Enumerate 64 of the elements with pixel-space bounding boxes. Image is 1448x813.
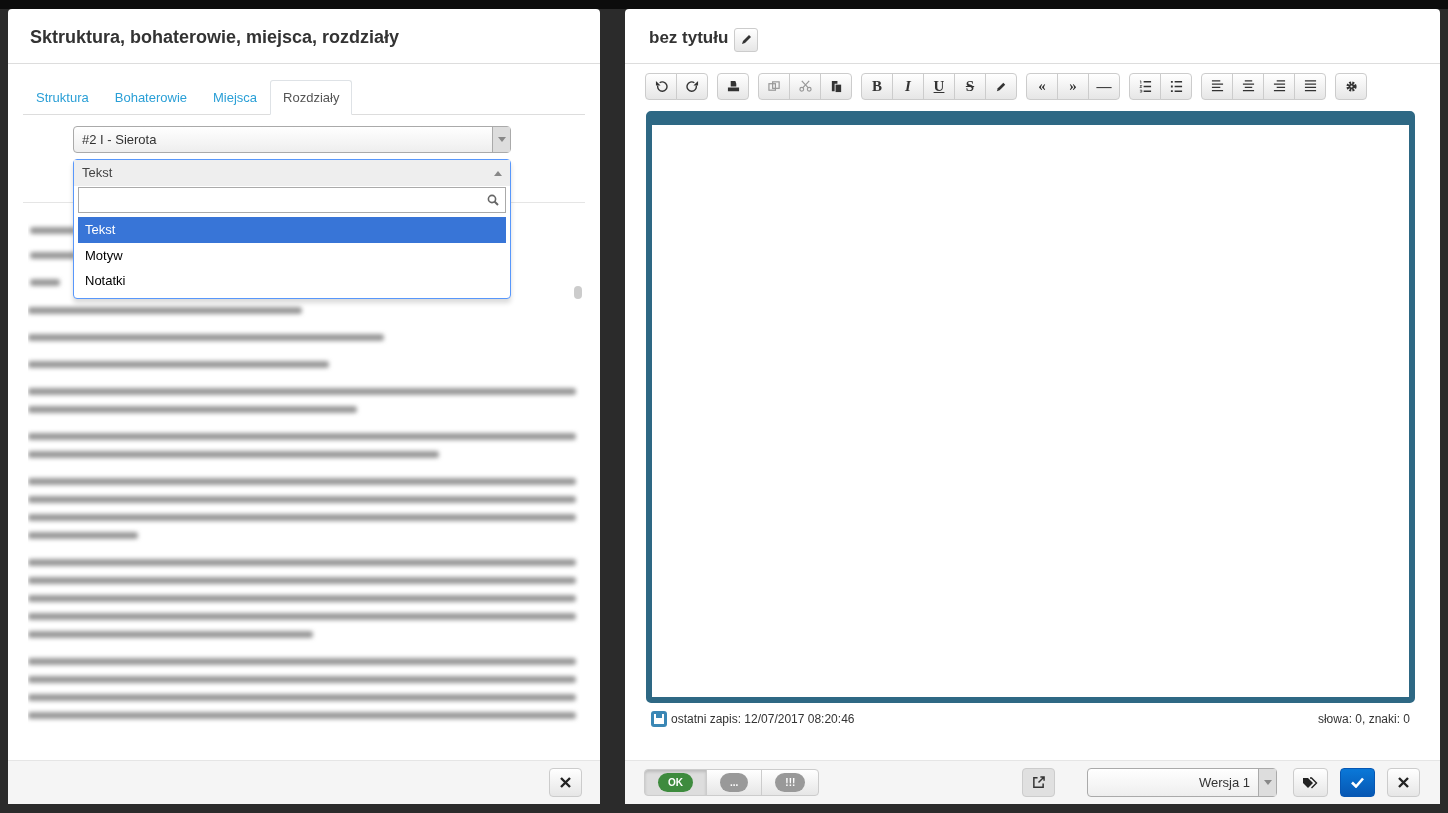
align-left-icon xyxy=(1210,79,1224,93)
numbered-list-icon xyxy=(1138,79,1152,93)
toolbar-button[interactable]: S xyxy=(954,72,986,100)
toolbar-button[interactable] xyxy=(1129,72,1161,100)
floppy-disk-icon xyxy=(651,710,667,727)
text-editor[interactable] xyxy=(646,110,1415,703)
toolbar-button[interactable]: B xyxy=(861,72,893,100)
align-center-icon xyxy=(1241,79,1255,93)
dropdown-option[interactable]: Motyw xyxy=(78,242,506,269)
align-right-icon xyxy=(1272,79,1286,93)
tags-icon xyxy=(1303,776,1318,789)
toolbar-button[interactable] xyxy=(1160,72,1192,100)
toolbar-button[interactable]: » xyxy=(1057,72,1089,100)
toolbar-button[interactable] xyxy=(985,72,1017,100)
confirm-button[interactable] xyxy=(1340,768,1375,797)
dropdown-option[interactable]: Notatki xyxy=(78,268,506,294)
toolbar-button[interactable] xyxy=(1201,72,1233,100)
document-title: bez tytułu xyxy=(649,28,729,47)
search-icon xyxy=(487,194,499,207)
toolbar-button[interactable] xyxy=(1335,72,1367,100)
toolbar-button[interactable]: — xyxy=(1088,72,1120,100)
last-saved-text: ostatni zapis: 12/07/2017 08:20:46 xyxy=(671,710,855,728)
toolbar-button[interactable] xyxy=(820,72,852,100)
close-icon xyxy=(560,777,571,788)
type-select-dropdown[interactable]: Tekst Tekst Motyw Notatki xyxy=(73,159,511,299)
word-count-text: słowa: 0, znaki: 0 xyxy=(1317,710,1410,728)
checkmark-icon xyxy=(1351,777,1364,788)
dialog-title: Sktruktura, bohaterowie, miejsca, rozdziały xyxy=(30,27,401,49)
redo-icon xyxy=(685,79,699,93)
scissors-icon xyxy=(798,79,812,93)
toolbar-button[interactable] xyxy=(1263,72,1295,100)
pencil-icon xyxy=(740,34,752,46)
close-button[interactable] xyxy=(1387,768,1420,797)
caret-icon xyxy=(494,170,502,176)
printer-icon xyxy=(726,79,740,93)
copy-icon xyxy=(767,79,781,93)
tags-button[interactable] xyxy=(1293,768,1328,797)
toolbar-button[interactable]: U xyxy=(923,72,955,100)
paste-icon xyxy=(829,79,843,93)
version-select[interactable]: Wersja 1 xyxy=(1087,768,1277,797)
toolbar-button[interactable]: I xyxy=(892,72,924,100)
bullet-list-icon xyxy=(1169,79,1183,93)
open-external-button[interactable] xyxy=(1022,768,1055,797)
search-field[interactable] xyxy=(78,187,506,214)
status-button[interactable]: OK xyxy=(644,769,707,796)
toolbar-button[interactable] xyxy=(1294,72,1326,100)
close-icon xyxy=(1398,777,1409,788)
caret-icon xyxy=(497,137,506,143)
toolbar-button[interactable] xyxy=(645,72,677,100)
toolbar-button[interactable] xyxy=(717,72,749,100)
settings-icon xyxy=(1344,79,1358,93)
undo-icon xyxy=(654,79,668,93)
caret-icon xyxy=(1263,780,1272,785)
toolbar-button[interactable] xyxy=(1232,72,1264,100)
close-button[interactable] xyxy=(549,768,582,797)
external-link-icon xyxy=(1032,776,1045,789)
tab[interactable]: Rozdziały xyxy=(270,79,353,116)
chapter-select[interactable]: #2 I - Sierota xyxy=(73,126,511,154)
toolbar-button[interactable] xyxy=(676,72,708,100)
dropdown-option[interactable]: Tekst xyxy=(78,217,506,243)
scrollbar-thumb[interactable] xyxy=(574,285,582,299)
align-justify-icon xyxy=(1303,79,1317,93)
edit-title-button[interactable] xyxy=(734,27,759,52)
toolbar-button[interactable]: « xyxy=(1026,72,1058,100)
